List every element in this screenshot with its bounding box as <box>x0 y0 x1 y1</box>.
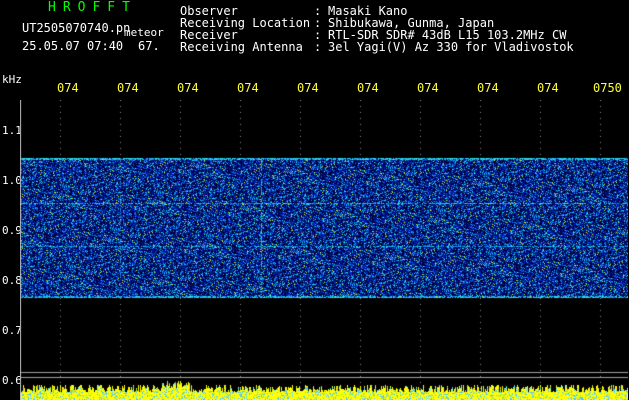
x-tick-label: 0750 <box>593 81 622 95</box>
y-tick-label: 1.0 <box>2 174 22 187</box>
x-tick-label: 074 <box>417 81 439 95</box>
x-tick-label: 074 <box>117 81 139 95</box>
x-tick-label: 074 <box>537 81 559 95</box>
y-tick-label: 0.7 <box>2 324 22 337</box>
y-tick-label: 0.9 <box>2 224 22 237</box>
y-unit-label: kHz <box>2 73 22 86</box>
meteor-tag: meteor <box>124 26 164 39</box>
app-title: HROFFT <box>48 0 137 15</box>
meteor-count: 67. <box>138 39 160 53</box>
antenna-colon: : <box>314 40 322 54</box>
x-tick-label: 074 <box>297 81 319 95</box>
antenna-value: 3el Yagi(V) Az 330 for Vladivostok <box>328 40 574 54</box>
x-tick-label: 074 <box>237 81 259 95</box>
y-tick-label: 0.8 <box>2 274 22 287</box>
x-tick-label: 074 <box>357 81 379 95</box>
spectrogram-plot <box>20 100 628 400</box>
y-tick-label: 1.1 <box>2 124 22 137</box>
y-tick-label: 0.6 <box>2 374 22 387</box>
date-time: 25.05.07 07:40 <box>22 39 124 53</box>
x-tick-label: 074 <box>57 81 79 95</box>
file-name: UT2505070740.pn <box>22 21 131 35</box>
x-tick-label: 074 <box>477 81 499 95</box>
x-tick-label: 074 <box>177 81 199 95</box>
spectrogram-canvas <box>20 100 628 400</box>
antenna-label: Receiving Antenna <box>180 40 303 54</box>
